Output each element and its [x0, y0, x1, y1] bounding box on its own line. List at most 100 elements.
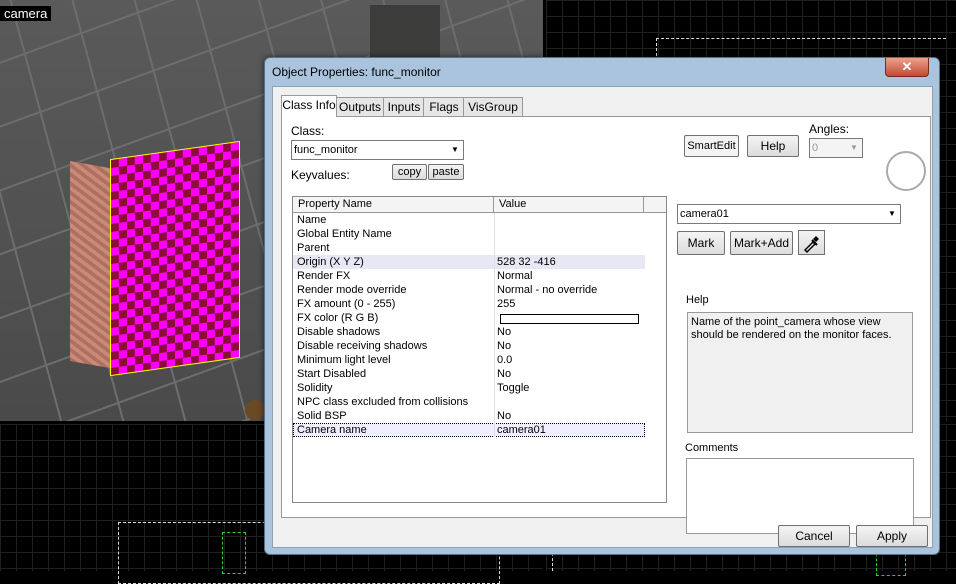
tab-inputs[interactable]: Inputs [383, 97, 425, 116]
chevron-down-icon: ▼ [888, 209, 896, 218]
column-separator [494, 339, 495, 353]
help-heading: Help [686, 294, 709, 306]
color-swatch[interactable] [500, 314, 639, 324]
close-icon: ✕ [901, 59, 913, 74]
copy-button[interactable]: copy [392, 164, 427, 180]
property-name: Start Disabled [297, 368, 367, 380]
table-row[interactable]: FX amount (0 - 255) 255 [293, 297, 645, 311]
dialog-title: Object Properties: func_monitor [272, 65, 441, 79]
property-name: Render FX [297, 270, 351, 282]
table-scrollbar[interactable] [646, 213, 666, 502]
property-value: camera01 [497, 424, 546, 436]
help-button[interactable]: Help [747, 135, 799, 157]
background-prop [370, 5, 440, 65]
property-name: NPC class excluded from collisions [297, 396, 469, 408]
column-header-property[interactable]: Property Name [293, 197, 494, 212]
property-name: FX amount (0 - 255) [297, 298, 396, 310]
tab-outputs[interactable]: Outputs [335, 97, 385, 116]
property-value: Normal - no override [497, 284, 598, 296]
background-prop-small [245, 400, 265, 420]
tab-flags[interactable]: Flags [423, 97, 465, 116]
chevron-down-icon: ▼ [850, 143, 858, 152]
table-row[interactable]: Render mode override Normal - no override [293, 283, 645, 297]
class-select[interactable]: func_monitor ▼ [291, 140, 464, 160]
tab-class-info[interactable]: Class Info [281, 95, 337, 117]
table-row[interactable]: Name [293, 213, 645, 227]
viewport-label[interactable]: camera [0, 6, 52, 21]
table-row[interactable]: Global Entity Name [293, 227, 645, 241]
property-name: Camera name [297, 424, 367, 436]
keyvalues-table[interactable]: Property Name Value Name Global Entity Na… [292, 196, 667, 503]
column-separator [494, 311, 495, 325]
chevron-down-icon: ▼ [451, 145, 459, 154]
eyedropper-icon [803, 236, 819, 254]
column-separator [494, 283, 495, 297]
property-value: 528 32 -416 [497, 256, 556, 268]
property-name: Solid BSP [297, 410, 347, 422]
class-label: Class: [291, 124, 325, 138]
column-separator [494, 269, 495, 283]
table-row[interactable]: Camera name camera01 [293, 423, 645, 437]
property-value: 255 [497, 298, 516, 310]
table-row[interactable]: Parent [293, 241, 645, 255]
class-select-value: func_monitor [294, 144, 358, 156]
keyvalues-label: Keyvalues: [291, 168, 350, 182]
property-value: Toggle [497, 382, 530, 394]
property-name: Disable receiving shadows [297, 340, 428, 352]
table-row[interactable]: Start Disabled No [293, 367, 645, 381]
property-name: Global Entity Name [297, 228, 392, 240]
tab-visgroup[interactable]: VisGroup [463, 97, 523, 116]
value-select[interactable]: camera01 ▼ [677, 204, 901, 224]
object-properties-dialog: Object Properties: func_monitor ✕ Class … [264, 57, 940, 555]
column-separator [494, 227, 495, 241]
column-separator [494, 409, 495, 423]
smartedit-toggle[interactable]: SmartEdit [684, 135, 739, 157]
column-separator [494, 353, 495, 367]
comments-label: Comments [685, 442, 739, 454]
paste-button[interactable]: paste [428, 164, 464, 180]
column-separator [494, 381, 495, 395]
angles-select[interactable]: 0 ▼ [809, 138, 863, 158]
table-row[interactable]: Solidity Toggle [293, 381, 645, 395]
property-name: Disable shadows [297, 326, 381, 338]
class-info-panel: Class: func_monitor ▼ Keyvalues: copy pa… [281, 116, 931, 534]
eyedropper-button[interactable] [798, 230, 825, 255]
mark-add-button[interactable]: Mark+Add [730, 231, 793, 255]
angles-dial[interactable] [886, 151, 926, 191]
table-row[interactable]: Minimum light level 0.0 [293, 353, 645, 367]
table-row[interactable]: Disable receiving shadows No [293, 339, 645, 353]
table-row[interactable]: Disable shadows No [293, 325, 645, 339]
help-text: Name of the point_camera whose view shou… [691, 316, 892, 341]
property-value: No [497, 410, 512, 422]
table-row[interactable]: Origin (X Y Z) 528 32 -416 [293, 255, 645, 269]
close-button[interactable]: ✕ [885, 58, 929, 77]
monitor-brush-side[interactable] [70, 161, 115, 369]
table-row[interactable]: Render FX Normal [293, 269, 645, 283]
table-row[interactable]: Solid BSP No [293, 409, 645, 423]
column-separator [494, 395, 495, 409]
wireframe-line [656, 38, 946, 40]
column-header-value[interactable]: Value [494, 197, 644, 212]
property-name: Render mode override [297, 284, 407, 296]
property-value: Normal [497, 270, 533, 282]
table-row[interactable]: FX color (R G B) [293, 311, 645, 325]
column-separator [494, 213, 495, 227]
angles-value: 0 [812, 142, 819, 154]
property-name: Minimum light level [297, 354, 391, 366]
property-name: FX color (R G B) [297, 312, 379, 324]
monitor-brush-face[interactable] [110, 140, 240, 377]
property-value: 0.0 [497, 354, 513, 366]
property-value: No [497, 340, 512, 352]
column-separator [494, 241, 495, 255]
mark-button[interactable]: Mark [677, 231, 725, 255]
table-row[interactable]: NPC class excluded from collisions [293, 395, 645, 409]
comments-textarea[interactable] [686, 458, 914, 534]
column-separator [494, 367, 495, 381]
property-value: No [497, 368, 512, 380]
column-separator [494, 325, 495, 339]
cancel-button[interactable]: Cancel [778, 525, 850, 547]
help-text-box: Name of the point_camera whose view shou… [687, 312, 913, 433]
table-header: Property Name Value [293, 197, 666, 213]
apply-button[interactable]: Apply [856, 525, 928, 547]
property-name: Solidity [297, 382, 333, 394]
